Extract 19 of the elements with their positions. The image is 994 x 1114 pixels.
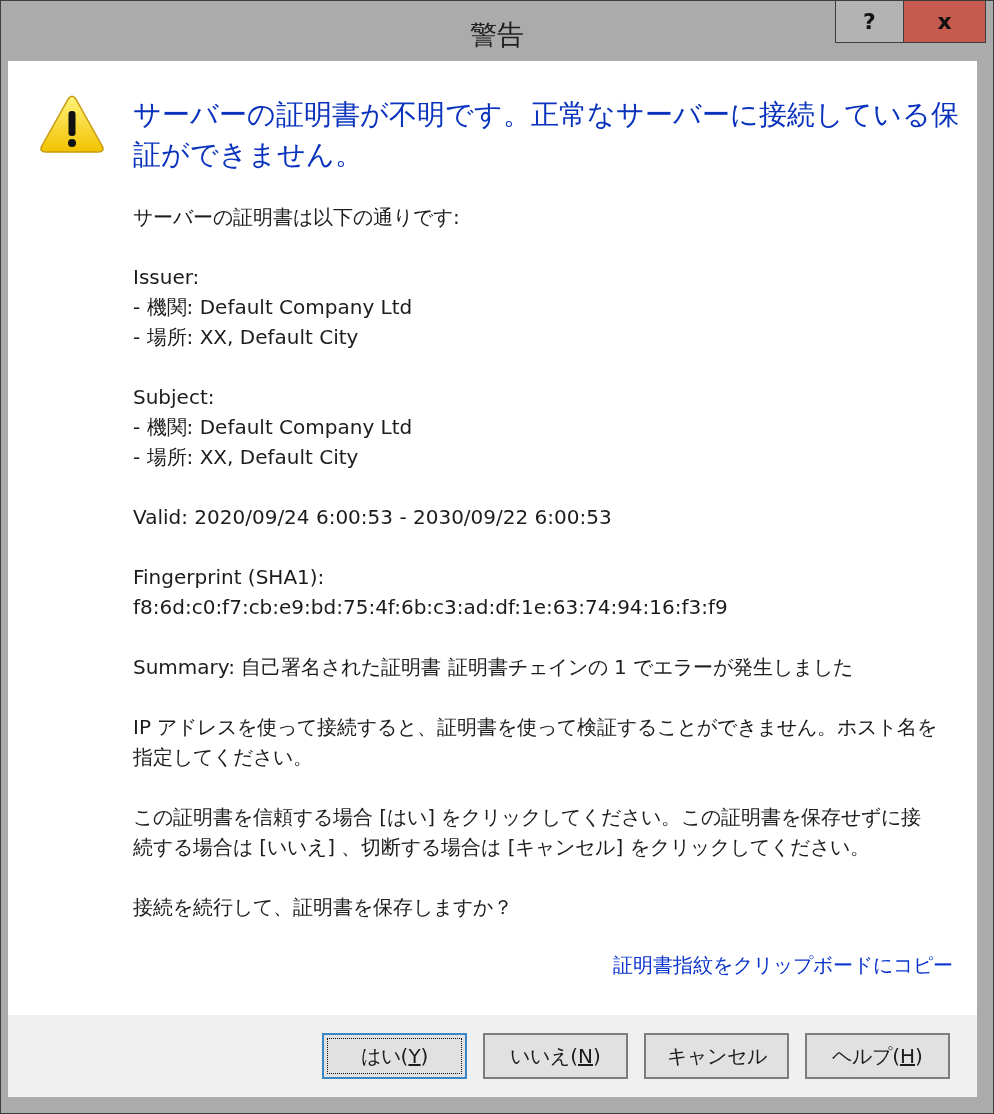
message-paragraph: IP アドレスを使って接続すると、証明書を使って検証することができません。ホスト名を 指定してください。 <box>133 714 938 771</box>
copy-fingerprint-link[interactable]: 証明書指紋をクリップボードにコピー <box>613 950 953 980</box>
message-paragraph: Fingerprint (SHA1): f8:6d:c0:f7:cb:e9:bd:75:4f:6b:c3:ad:df:1e:63:74:94:16:f3:f9 <box>133 564 728 621</box>
dialog-button[interactable]: キャンセル <box>644 1033 789 1079</box>
message-paragraph: この証明書を信頼する場合 [はい] をクリックしてください。この証明書を保存せずに接 続する場合は [いいえ] 、切断する場合は [キャンセル] をクリックしてください。 <box>133 804 922 861</box>
message-paragraph: 接続を続行して、証明書を保存しますか？ <box>133 894 513 921</box>
close-button[interactable]: x <box>903 1 986 43</box>
warning-icon <box>40 95 104 153</box>
message-paragraph: サーバーの証明書は以下の通りです: <box>133 204 460 231</box>
help-button[interactable]: ? <box>835 1 904 43</box>
message-paragraph: Subject: - 機関: Default Company Ltd - 場所: XX, Default City <box>133 384 413 471</box>
dialog-button[interactable]: はい(Y) <box>322 1033 467 1079</box>
message-paragraph: Valid: 2020/09/24 6:00:53 - 2030/09/22 6:00:53 <box>133 504 612 531</box>
dialog-button[interactable]: ヘルプ(H) <box>805 1033 950 1079</box>
message-paragraph: Summary: 自己署名された証明書 証明書チェインの 1 でエラーが発生しました <box>133 654 854 681</box>
window-title: 警告 <box>470 18 524 52</box>
warning-heading: サーバーの証明書が不明です。正常なサーバーに接続している保 証ができません。 <box>133 97 959 173</box>
dialog-button[interactable]: いいえ(N) <box>483 1033 628 1079</box>
message-paragraph: Issuer: - 機関: Default Company Ltd - 場所: XX, Default City <box>133 264 413 351</box>
